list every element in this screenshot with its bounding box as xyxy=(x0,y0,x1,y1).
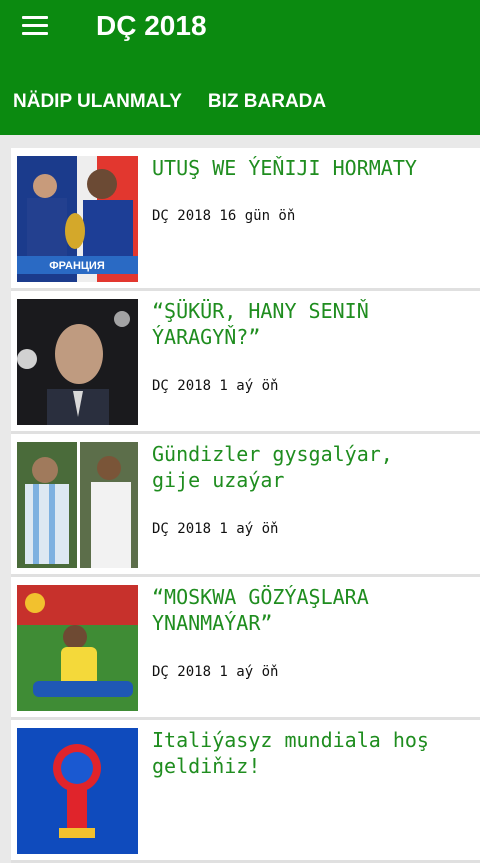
list-item[interactable]: “MOSKWA GÖZÝAŞLARA YNANMAÝAR” DÇ 2018 1 … xyxy=(11,577,480,720)
tab-about-us[interactable]: BIZ BARADA xyxy=(195,78,339,126)
article-meta: DÇ 2018 1 aý öň xyxy=(152,521,279,537)
article-list: ФРАНЦИЯ UTUŞ WE ÝEŇIJI HORMATY DÇ 2018 1… xyxy=(0,148,480,863)
tab-how-to-use[interactable]: NÄDIP ULANMALY xyxy=(0,78,195,126)
app-bar: DÇ 2018 NÄDIP ULANMALY BIZ BARADA xyxy=(0,0,480,135)
menu-icon[interactable] xyxy=(22,14,50,38)
article-title: Italiýasyz mundiala hoş geldiňiz! xyxy=(152,728,429,778)
tab-bar: NÄDIP ULANMALY BIZ BARADA xyxy=(0,78,339,126)
app-title: DÇ 2018 xyxy=(96,10,207,41)
article-title: UTUŞ WE ÝEŇIJI HORMATY xyxy=(152,156,417,180)
article-thumbnail xyxy=(17,299,138,425)
article-title: Gündizler gysgalýar, gije uzaýar xyxy=(152,442,393,492)
list-item[interactable]: ФРАНЦИЯ UTUŞ WE ÝEŇIJI HORMATY DÇ 2018 1… xyxy=(11,148,480,291)
list-item[interactable]: “ŞÜKÜR, HANY SENIŇ ÝARAGYŇ?” DÇ 2018 1 a… xyxy=(11,291,480,434)
article-meta: DÇ 2018 1 aý öň xyxy=(152,664,279,680)
list-item[interactable]: Gündizler gysgalýar, gije uzaýar DÇ 2018… xyxy=(11,434,480,577)
svg-text:ФРАНЦИЯ: ФРАНЦИЯ xyxy=(49,260,105,272)
article-thumbnail xyxy=(17,442,138,568)
article-meta: DÇ 2018 1 aý öň xyxy=(152,378,279,394)
list-item[interactable]: Italiýasyz mundiala hoş geldiňiz! xyxy=(11,720,480,863)
article-title: “ŞÜKÜR, HANY SENIŇ ÝARAGYŇ?” xyxy=(152,299,369,349)
article-thumbnail xyxy=(17,585,138,711)
article-meta: DÇ 2018 16 gün öň xyxy=(152,208,296,224)
article-thumbnail: ФРАНЦИЯ xyxy=(17,156,138,282)
article-thumbnail xyxy=(17,728,138,854)
article-title: “MOSKWA GÖZÝAŞLARA YNANMAÝAR” xyxy=(152,585,369,635)
